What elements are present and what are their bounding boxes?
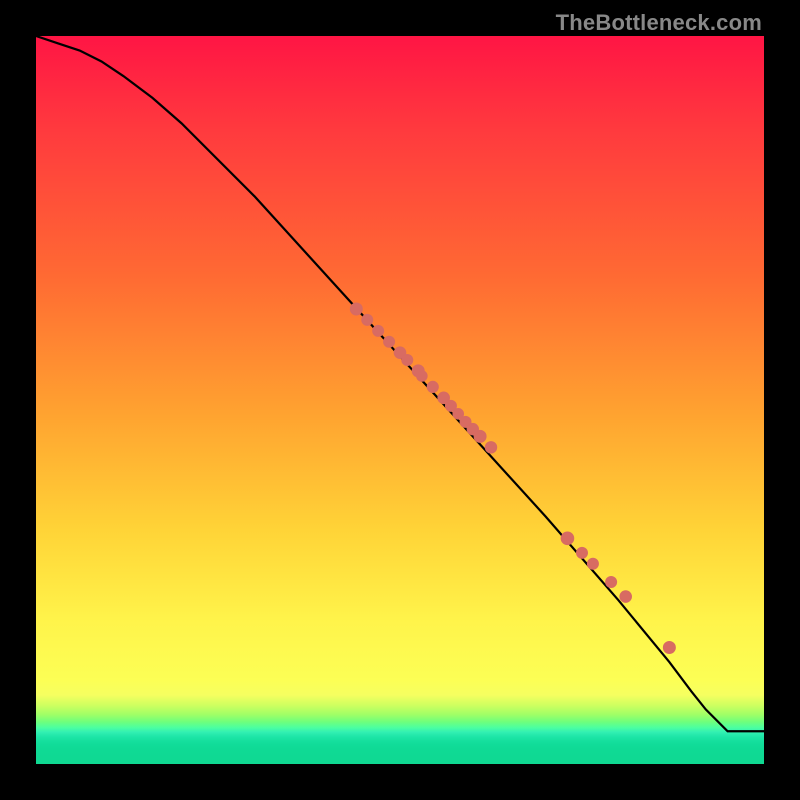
data-point bbox=[620, 591, 632, 603]
data-point bbox=[402, 354, 413, 365]
data-point bbox=[587, 558, 598, 569]
data-point bbox=[577, 547, 588, 558]
data-point bbox=[384, 336, 395, 347]
plot-area bbox=[36, 36, 764, 764]
chart-stage: TheBottleneck.com bbox=[0, 0, 800, 800]
data-point bbox=[427, 381, 438, 392]
data-point bbox=[350, 303, 362, 315]
data-point bbox=[485, 442, 496, 453]
data-point bbox=[561, 532, 574, 545]
data-point bbox=[663, 642, 675, 654]
trend-curve bbox=[36, 36, 764, 731]
data-point bbox=[606, 577, 617, 588]
data-point bbox=[362, 314, 373, 325]
data-point bbox=[474, 430, 486, 442]
data-point bbox=[417, 371, 428, 382]
scatter-dots bbox=[350, 303, 675, 654]
watermark-text: TheBottleneck.com bbox=[556, 10, 762, 36]
data-point bbox=[373, 325, 384, 336]
chart-svg bbox=[36, 36, 764, 764]
